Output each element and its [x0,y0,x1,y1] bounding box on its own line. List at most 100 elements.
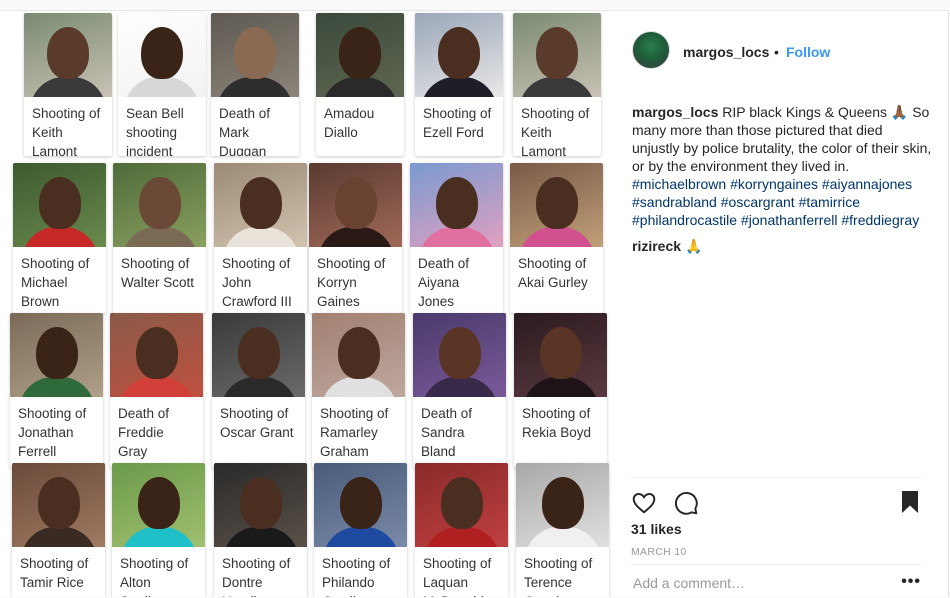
caption-line: Diallo [324,125,358,140]
victim-photo [510,163,603,247]
caption-line: Shooting of [522,406,591,421]
collage-card: Shooting of Terence Crutcher [516,463,609,597]
caption-line: Korryn [317,275,357,290]
collage-card: Shooting of Rekia Boyd [514,313,607,468]
card-caption: Death of Aiyana Jones [410,247,503,311]
caption-line: Shooting of [18,406,87,421]
victim-photo [314,463,407,547]
collage-card: Shooting of Jonathan Ferrell [10,313,103,468]
collage-card: Death of Sandra Bland [413,313,506,468]
collage-card: Death of Mark Duggan [211,13,299,156]
caption-line: Shooting of [320,406,389,421]
caption-line: Crawford III [222,294,292,309]
card-caption: Shooting of Akai Gurley [510,247,603,292]
card-caption: Shooting of Keith Lamont Sc... [24,97,112,156]
card-caption: Shooting of Michael Brown [13,247,106,311]
caption-line: Shooting of [322,556,391,571]
victim-photo [309,163,402,247]
comment-icon[interactable] [673,490,701,518]
collage-card: Shooting of Ramarley Graham [312,313,405,468]
caption-line: Dontre [222,575,263,590]
avatar[interactable] [632,31,670,69]
victim-photo [13,163,106,247]
caption-line: Oscar Grant [220,425,294,440]
victim-photo [516,463,609,547]
caption-line: Shooting of [524,556,593,571]
caption-line: Shooting of [21,256,90,271]
reply-username[interactable]: rizireck [632,238,681,254]
caption-line: Jonathan [18,425,74,440]
caption-line: Shooting of [518,256,587,271]
card-caption: Shooting of Korryn Gaines [309,247,402,311]
collage-card: Shooting of Dontre Hamilton [214,463,307,597]
add-comment-bar: ••• [631,564,921,598]
collage-card: Sean Bell shooting incident [118,13,206,156]
victim-photo [118,13,206,97]
collage-card: Shooting of Akai Gurley [510,163,603,313]
card-caption: Shooting of Rekia Boyd [514,397,607,442]
bookmark-icon[interactable] [899,490,921,519]
caption-line: Tamir Rice [20,575,84,590]
collage-card: Amadou Diallo [316,13,404,156]
collage-card: Shooting of Keith Lamont Sc... [24,13,112,156]
heart-icon[interactable] [631,490,659,518]
post-image-collage[interactable]: Shooting of Keith Lamont Sc... Sean Bell sho… [0,11,613,597]
caption-line: Shooting of [220,406,289,421]
caption-line: Shooting of [222,256,291,271]
card-caption: Shooting of Terence Crutcher [516,547,609,597]
hashtag-link[interactable]: #jonathanferrell [741,212,838,228]
hashtag-list: #michaelbrown #korryngaines #aiyannajone… [632,176,919,228]
hashtag-link[interactable]: #michaelbrown [632,176,726,192]
victim-photo [513,13,601,97]
comments-section: margos_locs RIP black Kings & Queens 🙏🏾 … [632,103,932,255]
caption-line: Alton [120,575,151,590]
caption-line: Lamont Sc... [521,144,567,156]
caption-line: Shooting of [20,556,89,571]
separator-dot: • [774,44,779,60]
more-options-button[interactable]: ••• [901,573,921,591]
victim-photo [10,313,103,397]
likes-count[interactable]: 31 likes [631,521,682,537]
caption-username[interactable]: margos_locs [632,104,718,120]
hashtag-link[interactable]: #oscargrant [721,194,795,210]
username[interactable]: margos_locs [683,44,769,60]
victim-photo [415,13,503,97]
caption-line: Shooting of [317,256,386,271]
caption-line: Lamont Sc... [32,144,78,156]
caption-line: Gray [118,444,148,459]
hashtag-link[interactable]: #freddiegray [841,212,919,228]
follow-button[interactable]: Follow [786,44,830,60]
card-caption: Amadou Diallo [316,97,404,142]
collage-card: Shooting of Ezell Ford [415,13,503,156]
hashtag-link[interactable]: #korryngaines [730,176,818,192]
caption-line: Terence [524,575,573,590]
post-date[interactable]: MARCH 10 [631,546,687,558]
caption-line: Gaines [317,294,360,309]
caption-line: Shooting of [423,556,492,571]
caption-line: Shooting of [32,106,101,121]
reply-text: 🙏 [684,238,703,254]
caption-line: incident [126,144,173,156]
caption-line: Duggan [219,144,267,156]
hashtag-link[interactable]: #tamirrice [799,194,860,210]
caption-line: Shooting of [423,106,492,121]
post-header: margos_locs • Follow [613,11,948,91]
card-caption: Death of Mark Duggan [211,97,299,156]
reply-comment: rizireck 🙏 [632,237,932,255]
caption-line: Shooting of [521,106,590,121]
hashtag-link[interactable]: #aiyannajones [822,176,912,192]
comment-input[interactable] [631,574,885,592]
caption-line: Shooting of [121,256,190,271]
caption-line: Aiyana [418,275,460,290]
caption-line: Akai Gurley [518,275,588,290]
victim-photo [413,313,506,397]
victim-photo [113,163,206,247]
collage-card: Death of Aiyana Jones [410,163,503,313]
card-caption: Shooting of Jonathan Ferrell [10,397,103,461]
collage-card: Shooting of Korryn Gaines [309,163,402,313]
collage-card: Shooting of Philando Castile [314,463,407,597]
hashtag-link[interactable]: #philandrocastile [632,212,737,228]
hashtag-link[interactable]: #sandrabland [632,194,717,210]
card-caption: Shooting of Ezell Ford [415,97,503,142]
caption-line: Ezell Ford [423,125,484,140]
